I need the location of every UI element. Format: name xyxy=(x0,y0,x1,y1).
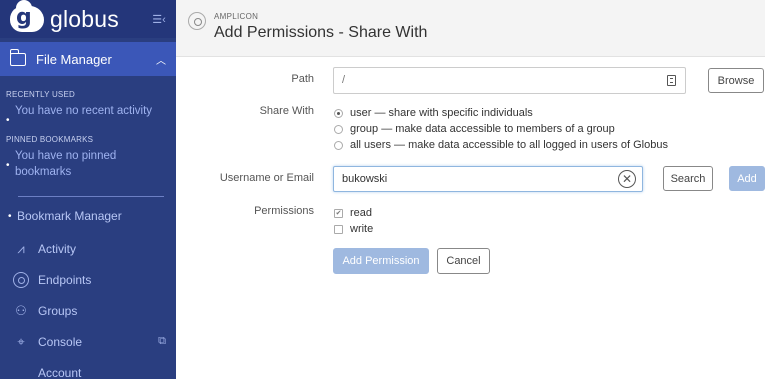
recently-used-heading: RECENTLY USED xyxy=(6,90,75,99)
page-title: Add Permissions - Share With xyxy=(214,24,428,41)
permissions-label: Permissions xyxy=(254,205,314,217)
sidebar-item-endpoints[interactable]: Endpoints xyxy=(0,264,176,295)
endpoint-icon xyxy=(13,271,29,288)
console-icon: ⌖ xyxy=(17,333,25,349)
share-with-options: user — share with specific individuals g… xyxy=(334,105,668,153)
path-label: Path xyxy=(291,73,314,85)
endpoint-name: AMPLICON xyxy=(214,12,259,21)
search-button[interactable]: Search xyxy=(663,166,713,191)
permission-label: read xyxy=(350,207,373,219)
sidebar-item-label: Console xyxy=(38,334,83,349)
share-option-label: user — share with specific individuals xyxy=(350,107,533,119)
sidebar-item-label: Account xyxy=(38,365,82,379)
main-panel: AMPLICON Add Permissions - Share With Pa… xyxy=(176,0,765,379)
share-option-label: all users — make data accessible to all … xyxy=(350,139,668,151)
sidebar: g globus ☰‹ File Manager ︿ RECENTLY USED… xyxy=(0,0,176,379)
recent-empty-text: You have no recent activity xyxy=(15,105,153,117)
pinned-bookmarks-heading: PINNED BOOKMARKS xyxy=(6,135,94,144)
endpoint-icon xyxy=(188,12,206,30)
radio-all-users[interactable] xyxy=(334,140,343,150)
bookmark-manager-label: Bookmark Manager xyxy=(17,209,122,223)
bookmark-manager-link[interactable]: • Bookmark Manager xyxy=(0,205,176,227)
recent-empty-item: • You have no recent activity xyxy=(0,101,176,131)
username-input[interactable]: bukowski ✕ xyxy=(333,166,643,192)
chevron-up-icon[interactable]: ︿ xyxy=(156,52,166,67)
file-manager-label: File Manager xyxy=(36,51,112,67)
path-input[interactable]: / xyxy=(333,67,686,94)
sidebar-item-groups[interactable]: ⚇ Groups xyxy=(0,295,176,326)
permissions-options: ✔ read write xyxy=(334,205,373,237)
permission-write[interactable]: write xyxy=(334,221,373,237)
globus-logo-icon: g xyxy=(10,0,44,32)
browse-button[interactable]: Browse xyxy=(708,68,764,93)
activity-pulse-icon: ⩘ xyxy=(17,240,25,256)
sidebar-item-label: Activity xyxy=(38,241,77,256)
path-value: / xyxy=(342,74,346,86)
add-permission-button[interactable]: Add Permission xyxy=(333,248,429,274)
sidebar-item-activity[interactable]: ⩘ Activity xyxy=(0,233,176,264)
write-checkbox[interactable] xyxy=(334,224,343,234)
logo-row: g globus ☰‹ xyxy=(0,0,176,38)
sidebar-item-label: Endpoints xyxy=(38,272,92,287)
bullet-icon: • xyxy=(8,210,12,222)
username-value: bukowski xyxy=(342,173,388,185)
permission-label: write xyxy=(350,223,374,235)
add-button[interactable]: Add xyxy=(729,166,765,191)
collapse-sidebar-icon[interactable]: ☰‹ xyxy=(150,11,168,27)
share-option-group[interactable]: group — make data accessible to members … xyxy=(334,121,668,137)
radio-group[interactable] xyxy=(334,124,343,134)
share-with-label: Share With xyxy=(259,105,314,117)
share-option-label: group — make data accessible to members … xyxy=(350,123,615,135)
share-option-user[interactable]: user — share with specific individuals xyxy=(334,105,668,121)
read-checkbox[interactable]: ✔ xyxy=(334,208,343,218)
bullet-icon: • xyxy=(6,160,10,171)
folder-icon xyxy=(9,48,26,66)
pinned-empty-item: • You have no pinned bookmarks xyxy=(0,146,176,182)
sidebar-divider xyxy=(18,196,164,197)
sidebar-item-account[interactable]: Account xyxy=(0,357,176,379)
bullet-icon: • xyxy=(6,115,10,126)
file-manager-item[interactable]: File Manager ︿ xyxy=(0,42,176,76)
page-header: AMPLICON Add Permissions - Share With xyxy=(176,0,765,57)
logo-text: globus xyxy=(50,5,119,32)
clear-icon[interactable]: ✕ xyxy=(618,170,636,188)
radio-user[interactable] xyxy=(334,108,343,118)
groups-icon: ⚇ xyxy=(15,302,27,318)
share-option-all-users[interactable]: all users — make data accessible to all … xyxy=(334,137,668,153)
external-link-icon: ⧉ xyxy=(158,335,166,347)
permission-read[interactable]: ✔ read xyxy=(334,205,373,221)
cancel-button[interactable]: Cancel xyxy=(437,248,490,274)
username-label: Username or Email xyxy=(219,172,314,184)
bookmark-icon[interactable] xyxy=(667,75,676,86)
pinned-empty-text: You have no pinned bookmarks xyxy=(15,150,117,178)
sidebar-item-label: Groups xyxy=(38,303,78,318)
sidebar-item-console[interactable]: ⌖ Console ⧉ xyxy=(0,326,176,357)
